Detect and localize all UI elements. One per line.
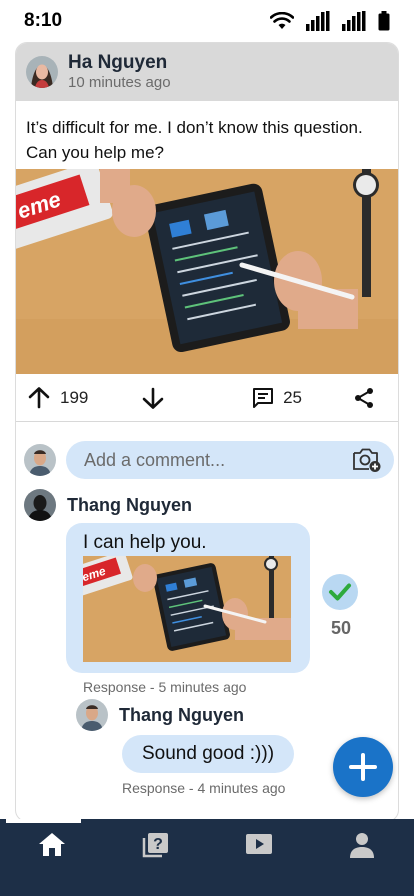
cellular-signal-icon-2: [342, 11, 366, 31]
svg-text:?: ?: [153, 836, 163, 853]
post-author-name[interactable]: Ha Nguyen: [68, 52, 171, 74]
post-image[interactable]: eme: [16, 169, 399, 374]
comment-1-author[interactable]: Thang Nguyen: [67, 495, 192, 516]
comment-input-row: Add a comment...: [24, 441, 394, 479]
comment-1-text: I can help you.: [83, 532, 207, 553]
nav-questions[interactable]: ?: [104, 819, 208, 896]
upvote-count: 199: [60, 387, 89, 407]
current-user-avatar: [24, 444, 56, 476]
arrow-down-icon[interactable]: [140, 385, 166, 411]
comment-input-placeholder: Add a comment...: [84, 449, 226, 470]
accept-answer-button[interactable]: [322, 574, 358, 610]
plus-icon: [349, 753, 377, 781]
camera-add-icon[interactable]: [352, 447, 382, 473]
comment-1-meta: Response - 5 minutes ago: [83, 679, 247, 695]
add-post-button[interactable]: [333, 737, 393, 797]
post-header: Ha Nguyen 10 minutes ago: [16, 43, 398, 101]
nav-home[interactable]: [0, 819, 104, 896]
nav-videos[interactable]: [207, 819, 311, 896]
author-avatar[interactable]: [26, 56, 58, 88]
comment-1-bubble: I can help you. eme: [66, 523, 310, 673]
post-timestamp: 10 minutes ago: [68, 74, 171, 91]
comment-2-avatar[interactable]: [76, 699, 108, 731]
battery-icon: [378, 11, 390, 31]
status-bar: 8:10: [0, 0, 414, 42]
comment-2-header: Thang Nguyen: [76, 699, 244, 731]
cellular-signal-icon: [306, 11, 330, 31]
profile-icon: [350, 833, 375, 858]
video-icon: [245, 834, 272, 854]
bottom-nav: ?: [0, 819, 414, 896]
home-icon: [38, 833, 65, 856]
comment-2-bubble: Sound good :))): [122, 735, 295, 773]
question-icon: ?: [143, 833, 169, 858]
comment-1-avatar[interactable]: [24, 489, 56, 521]
check-icon: [329, 583, 351, 601]
comment-input[interactable]: Add a comment...: [66, 441, 394, 479]
status-time: 8:10: [24, 10, 63, 31]
nav-profile[interactable]: [311, 819, 414, 896]
comment-count: 25: [283, 387, 302, 407]
post-author: Ha Nguyen 10 minutes ago: [68, 52, 171, 92]
comment-icon[interactable]: [251, 386, 275, 410]
comment-2-author[interactable]: Thang Nguyen: [119, 705, 244, 726]
comment-1-image[interactable]: eme: [83, 556, 291, 662]
wifi-icon: [270, 12, 294, 29]
arrow-up-icon[interactable]: [26, 385, 52, 411]
post-card: Ha Nguyen 10 minutes ago It’s difficult …: [15, 42, 399, 822]
comment-2-meta: Response - 4 minutes ago: [122, 780, 286, 796]
post-action-bar: 199 25: [16, 374, 398, 422]
status-icons: [270, 11, 390, 31]
comment-1-header: Thang Nguyen: [24, 489, 192, 521]
accept-count: 50: [330, 618, 352, 638]
share-icon[interactable]: [352, 386, 376, 410]
